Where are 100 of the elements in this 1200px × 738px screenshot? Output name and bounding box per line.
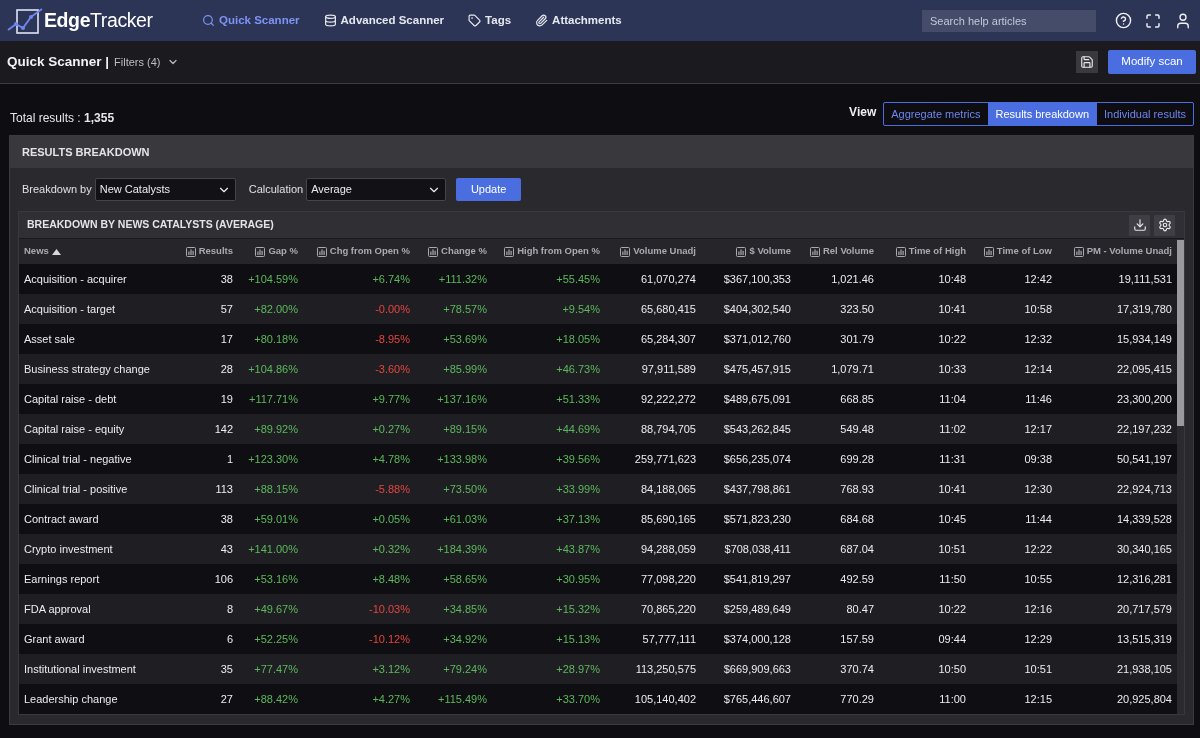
search-icon xyxy=(202,14,215,27)
table-cell-text: +115.49% xyxy=(436,691,488,707)
table-cell-text: 1,079.71 xyxy=(830,361,875,377)
table-cell-text: 492.59 xyxy=(839,571,875,587)
table-cell-text: 22,924,713 xyxy=(1115,481,1173,497)
table-cell-text: 10:55 xyxy=(1023,571,1053,587)
fullscreen-icon[interactable] xyxy=(1145,12,1161,29)
table-cell-text: 12:30 xyxy=(1023,481,1053,497)
table-cell-text: 157.59 xyxy=(839,631,875,647)
calculation-label: Calculation xyxy=(248,182,304,198)
table-cell-text: -5.88% xyxy=(374,481,411,497)
nav-tab[interactable]: Advanced Scanner xyxy=(323,11,445,30)
table-title: BREAKDOWN BY NEWS CATALYSTS (AVERAGE) xyxy=(27,217,274,233)
table-cell-text: +53.69% xyxy=(442,331,488,347)
column-header[interactable]: Gap % xyxy=(238,239,303,264)
table-cell-text: +78.57% xyxy=(442,301,488,317)
table-cell-text: 10:41 xyxy=(937,301,967,317)
column-header[interactable]: Change % xyxy=(415,239,492,264)
table-cell-text: $708,038,411 xyxy=(723,541,792,557)
table-cell-text: +18.05% xyxy=(555,331,601,347)
column-header[interactable]: Chg from Open % xyxy=(303,239,415,264)
table-cell-text: 12:15 xyxy=(1023,691,1053,707)
table-cell-text: +4.27% xyxy=(371,691,411,707)
table-cell-text: +4.78% xyxy=(371,451,411,467)
table-cell-text: +58.65% xyxy=(442,571,488,587)
scrollbar-thumb[interactable] xyxy=(1177,240,1184,426)
nav-tab[interactable]: Attachments xyxy=(535,11,622,30)
table-cell-text: $371,012,760 xyxy=(722,331,792,347)
column-header[interactable]: $ Volume xyxy=(701,239,796,264)
table-cell-text: 12:42 xyxy=(1023,271,1053,287)
view-label: View xyxy=(849,104,877,121)
column-header[interactable]: Rel Volume xyxy=(796,239,879,264)
save-button[interactable] xyxy=(1076,51,1098,73)
table-cell-text: 22,095,415 xyxy=(1115,361,1173,377)
table-cell-text: 30,340,165 xyxy=(1115,541,1173,557)
table-cell-text: $259,489,649 xyxy=(722,601,792,617)
table-cell-text: Contract award xyxy=(23,511,100,527)
table-cell-text: 12:17 xyxy=(1023,421,1053,437)
table-cell-text: 20,717,579 xyxy=(1115,601,1173,617)
breakdown-by-select[interactable]: New Catalysts xyxy=(94,178,236,201)
table-cell-text: +89.92% xyxy=(253,421,299,437)
filters-dropdown[interactable]: Filters (4) xyxy=(114,53,179,71)
bar-chart-icon xyxy=(983,246,994,257)
table-cell-text: $669,909,663 xyxy=(722,661,792,677)
table-cell-text: 22,197,232 xyxy=(1115,421,1173,437)
user-icon[interactable] xyxy=(1174,11,1192,30)
modify-scan-button[interactable]: Modify scan xyxy=(1108,50,1196,74)
view-option[interactable]: Results breakdown xyxy=(987,103,1097,125)
table-cell-text: 65,680,415 xyxy=(639,301,697,317)
table-cell-text: Capital raise - debt xyxy=(23,391,118,407)
table-cell-text: +15.13% xyxy=(555,631,601,647)
table-cell-text: +39.56% xyxy=(555,451,601,467)
table-cell-text: FDA approval xyxy=(23,601,92,617)
download-button[interactable] xyxy=(1129,214,1150,236)
table-cell-text: +46.73% xyxy=(555,361,601,377)
column-header[interactable]: News xyxy=(19,239,181,264)
table-cell-text: 65,284,307 xyxy=(639,331,697,347)
table-cell-text: 13,515,319 xyxy=(1115,631,1173,647)
table-cell-text: 11:02 xyxy=(938,421,967,437)
column-header[interactable]: High from Open % xyxy=(492,239,605,264)
calculation-select[interactable]: Average xyxy=(306,178,447,201)
view-option[interactable]: Aggregate metrics xyxy=(884,103,988,125)
table-cell-text: 57 xyxy=(219,301,234,317)
table-cell-text: +104.86% xyxy=(247,361,299,377)
column-header[interactable]: Volume Unadj xyxy=(605,239,701,264)
column-header[interactable]: PM - Volume Unadj xyxy=(1057,239,1177,264)
table-cell-text: +37.13% xyxy=(555,511,601,527)
bar-chart-icon xyxy=(185,246,196,257)
breakdown-by-label: Breakdown by xyxy=(22,182,92,198)
table-cell-text: 10:45 xyxy=(937,511,967,527)
table-cell-text: +6.74% xyxy=(371,271,411,287)
nav-tab[interactable]: Quick Scanner xyxy=(202,11,300,30)
search-field[interactable]: Search help articles xyxy=(922,9,1096,32)
table-cell-text: 38 xyxy=(219,271,234,287)
bar-chart-icon xyxy=(895,246,906,257)
table-cell-text: 106 xyxy=(213,571,234,587)
column-header[interactable]: Results xyxy=(181,239,238,264)
table-cell-text: $404,302,540 xyxy=(722,301,792,317)
column-header[interactable]: Time of Low xyxy=(971,239,1057,264)
table-cell-text: +61.03% xyxy=(442,511,488,527)
table-cell-text: 11:46 xyxy=(1024,391,1053,407)
table-cell-text: +15.32% xyxy=(555,601,601,617)
table-cell-text: 549.48 xyxy=(839,421,875,437)
table-cell-text: 699.28 xyxy=(839,451,875,467)
table-cell-text: +49.67% xyxy=(253,601,299,617)
update-button[interactable]: Update xyxy=(456,178,522,201)
bar-chart-icon xyxy=(809,246,820,257)
table-cell-text: +184.39% xyxy=(436,541,488,557)
table-cell-text: 70,865,220 xyxy=(639,601,697,617)
settings-button[interactable] xyxy=(1154,214,1175,236)
nav-tab[interactable]: Tags xyxy=(468,11,512,30)
table-cell-text: 19 xyxy=(219,391,234,407)
table-cell-text: 6 xyxy=(225,631,234,647)
table-cell-text: 10:41 xyxy=(937,481,967,497)
table-cell-text: 21,938,105 xyxy=(1115,661,1173,677)
table-cell-text: Clinical trial - negative xyxy=(23,451,133,467)
column-header[interactable]: Time of High xyxy=(879,239,971,264)
help-icon[interactable] xyxy=(1115,12,1132,29)
table-cell-text: 770.29 xyxy=(839,691,875,707)
view-option[interactable]: Individual results xyxy=(1096,103,1193,125)
